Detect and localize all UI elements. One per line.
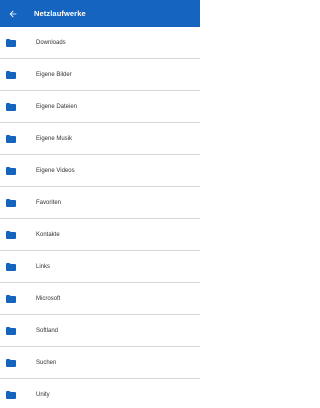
folder-icon — [6, 230, 16, 239]
folder-icon — [6, 166, 16, 175]
folder-icon — [6, 134, 16, 143]
folder-icon — [6, 70, 16, 79]
folder-item-eigene-videos[interactable]: Eigene Videos — [0, 155, 200, 187]
back-button[interactable] — [0, 0, 26, 27]
folder-label: Links — [36, 263, 51, 270]
folder-item-microsoft[interactable]: Microsoft — [0, 283, 200, 315]
app-bar: Netzlaufwerke — [0, 0, 200, 27]
folder-item-favoriten[interactable]: Favoriten — [0, 187, 200, 219]
folder-item-kontakte[interactable]: Kontakte — [0, 219, 200, 251]
folder-item-suchen[interactable]: Suchen — [0, 347, 200, 379]
folder-label: Softland — [36, 327, 59, 334]
folder-label: Eigene Musik — [36, 135, 73, 142]
folder-label: Microsoft — [36, 295, 61, 302]
folder-icon — [6, 294, 16, 303]
folder-item-links[interactable]: Links — [0, 251, 200, 283]
folder-item-eigene-musik[interactable]: Eigene Musik — [0, 123, 200, 155]
folder-icon — [6, 102, 16, 111]
page-title: Netzlaufwerke — [34, 9, 86, 18]
folder-icon — [6, 326, 16, 335]
folder-item-eigene-dateien[interactable]: Eigene Dateien — [0, 91, 200, 123]
folder-icon — [6, 262, 16, 271]
arrow-back-icon — [8, 9, 18, 19]
folder-label: Suchen — [36, 359, 57, 366]
folder-label: Eigene Bilder — [36, 71, 72, 78]
folder-icon — [6, 38, 16, 47]
folder-label: Eigene Videos — [36, 167, 75, 174]
folder-label: Kontakte — [36, 231, 60, 238]
folder-label: Unity — [36, 392, 50, 398]
folder-item-downloads[interactable]: Downloads — [0, 27, 200, 59]
folder-label: Favoriten — [36, 199, 62, 206]
folder-item-unity[interactable]: Unity — [0, 379, 200, 408]
folder-list: Downloads Eigene Bilder Eigene Dateien E… — [0, 27, 200, 408]
folder-icon — [6, 391, 16, 399]
folder-item-eigene-bilder[interactable]: Eigene Bilder — [0, 59, 200, 91]
folder-label: Downloads — [36, 39, 66, 46]
folder-label: Eigene Dateien — [36, 103, 78, 110]
folder-item-softland[interactable]: Softland — [0, 315, 200, 347]
folder-icon — [6, 358, 16, 367]
folder-icon — [6, 198, 16, 207]
